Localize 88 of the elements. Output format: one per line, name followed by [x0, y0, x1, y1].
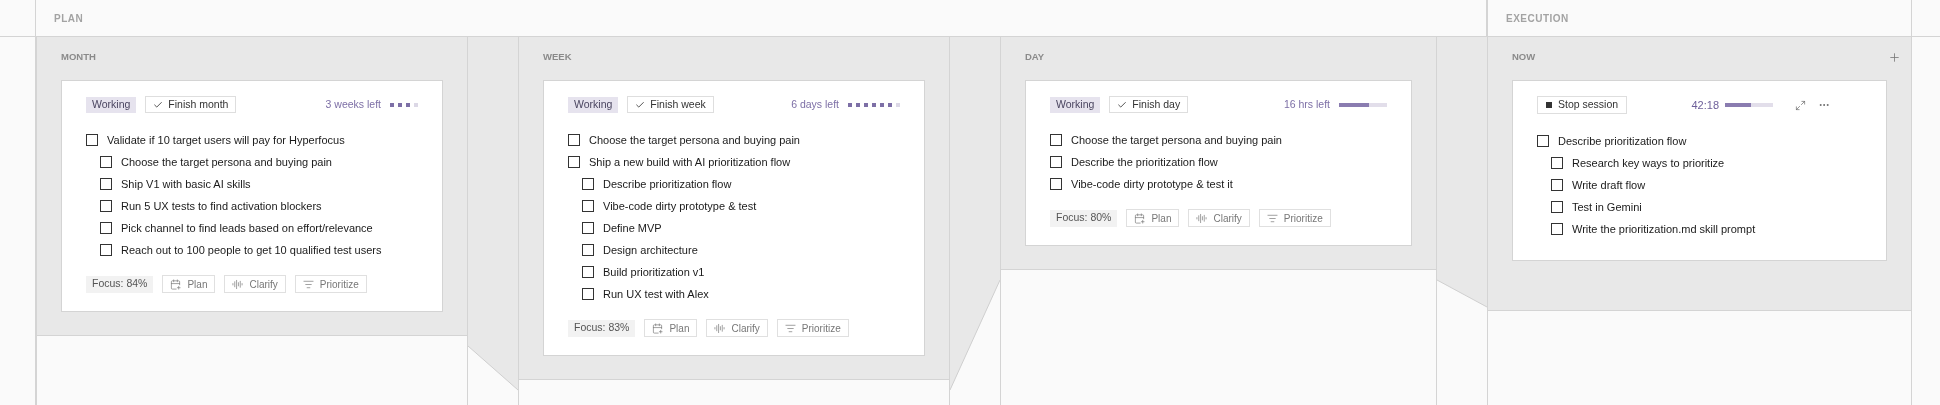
checkbox[interactable] — [582, 222, 594, 234]
session-timer: 42:18 — [1691, 97, 1719, 113]
panel-title: WEEK — [543, 49, 572, 64]
checkbox[interactable] — [582, 178, 594, 190]
panel-title: DAY — [1025, 49, 1045, 64]
task-label: Validate if 10 target users will pay for Hyperfocus — [107, 132, 345, 148]
task-label: Run 5 UX tests to find activation blockers — [121, 198, 322, 214]
task-label: Describe the prioritization flow — [1071, 154, 1218, 170]
calendar-icon — [1134, 212, 1146, 224]
task-label: Design architecture — [603, 242, 698, 258]
checkbox[interactable] — [1551, 223, 1563, 235]
checkbox[interactable] — [1551, 201, 1563, 213]
checkbox[interactable] — [582, 244, 594, 256]
status-tag: Working — [86, 96, 137, 113]
status-tag: Working — [1050, 96, 1101, 113]
add-icon[interactable] — [1888, 50, 1901, 64]
action-button[interactable]: Clarify — [224, 275, 286, 293]
list-icon — [784, 322, 796, 334]
stop-session-button[interactable]: Stop session — [1537, 96, 1628, 114]
checkbox[interactable] — [568, 156, 580, 168]
waveform-icon — [714, 322, 726, 334]
checkbox[interactable] — [100, 200, 112, 212]
action-button[interactable]: Plan — [644, 319, 698, 337]
panel-title: NOW — [1512, 49, 1536, 64]
stop-icon — [1546, 102, 1552, 108]
focus-score: Focus: 83% — [568, 319, 636, 337]
task-label: Describe prioritization flow — [1558, 133, 1687, 149]
checkbox[interactable] — [100, 178, 112, 190]
time-remaining: 3 weeks left — [325, 96, 381, 112]
time-remaining: 6 days left — [791, 96, 839, 112]
waveform-icon — [232, 278, 244, 290]
task-label: Describe prioritization flow — [603, 176, 732, 192]
checkbox[interactable] — [1050, 178, 1062, 190]
action-button[interactable]: Plan — [162, 275, 216, 293]
task-label: Ship V1 with basic AI skills — [121, 176, 251, 192]
checkbox[interactable] — [100, 222, 112, 234]
checkbox[interactable] — [86, 134, 98, 146]
checkbox[interactable] — [582, 288, 594, 300]
finish-button[interactable]: Finish month — [145, 96, 237, 113]
action-button[interactable]: Plan — [1126, 209, 1180, 227]
list-icon — [1266, 212, 1278, 224]
task-label: Choose the target persona and buying pain — [1071, 132, 1282, 148]
time-remaining: 16 hrs left — [1283, 96, 1330, 112]
checkbox[interactable] — [1537, 135, 1549, 147]
expand-icon[interactable] — [1795, 99, 1806, 111]
focus-score: Focus: 84% — [86, 275, 154, 293]
status-tag: Working — [568, 96, 619, 113]
task-label: Write the prioritization.md skill prompt — [1572, 221, 1756, 237]
check-icon — [1117, 99, 1128, 110]
task-label: Build prioritization v1 — [603, 264, 705, 280]
checkbox[interactable] — [1050, 156, 1062, 168]
task-label: Define MVP — [603, 220, 662, 236]
action-button[interactable]: Prioritize — [1258, 209, 1331, 227]
action-button[interactable]: Prioritize — [294, 275, 367, 293]
task-label: Reach out to 100 people to get 10 qualified test users — [121, 242, 382, 258]
checkbox[interactable] — [1551, 157, 1563, 169]
calendar-icon — [652, 322, 664, 334]
check-icon — [635, 99, 646, 110]
task-label: Ship a new build with AI prioritization flow — [589, 154, 791, 170]
list-icon — [302, 278, 314, 290]
calendar-icon — [170, 278, 182, 290]
section-title: PLAN — [54, 11, 84, 26]
finish-button[interactable]: Finish day — [1109, 96, 1189, 113]
action-button[interactable]: Clarify — [1188, 209, 1250, 227]
checkbox[interactable] — [582, 200, 594, 212]
action-button[interactable]: Clarify — [706, 319, 768, 337]
task-label: Run UX test with Alex — [603, 286, 709, 302]
task-label: Research key ways to prioritize — [1572, 155, 1725, 171]
action-button[interactable]: Prioritize — [776, 319, 849, 337]
checkbox[interactable] — [582, 266, 594, 278]
checkbox[interactable] — [100, 244, 112, 256]
task-label: Choose the target persona and buying pain — [121, 154, 332, 170]
finish-button[interactable]: Finish week — [627, 96, 714, 113]
panel-title: MONTH — [61, 49, 96, 64]
focus-score: Focus: 80% — [1050, 209, 1118, 227]
check-icon — [153, 99, 164, 110]
checkbox[interactable] — [568, 134, 580, 146]
waveform-icon — [1196, 212, 1208, 224]
section-title: EXECUTION — [1506, 11, 1569, 26]
checkbox[interactable] — [1551, 179, 1563, 191]
task-label: Vibe-code dirty prototype & test it — [1071, 176, 1233, 192]
task-label: Write draft flow — [1572, 177, 1646, 193]
task-label: Choose the target persona and buying pain — [589, 132, 800, 148]
checkbox[interactable] — [100, 156, 112, 168]
task-label: Pick channel to find leads based on effort/relevance — [121, 220, 373, 236]
task-label: Test in Gemini — [1572, 199, 1642, 215]
task-label: Vibe-code dirty prototype & test — [603, 198, 757, 214]
checkbox[interactable] — [1050, 134, 1062, 146]
